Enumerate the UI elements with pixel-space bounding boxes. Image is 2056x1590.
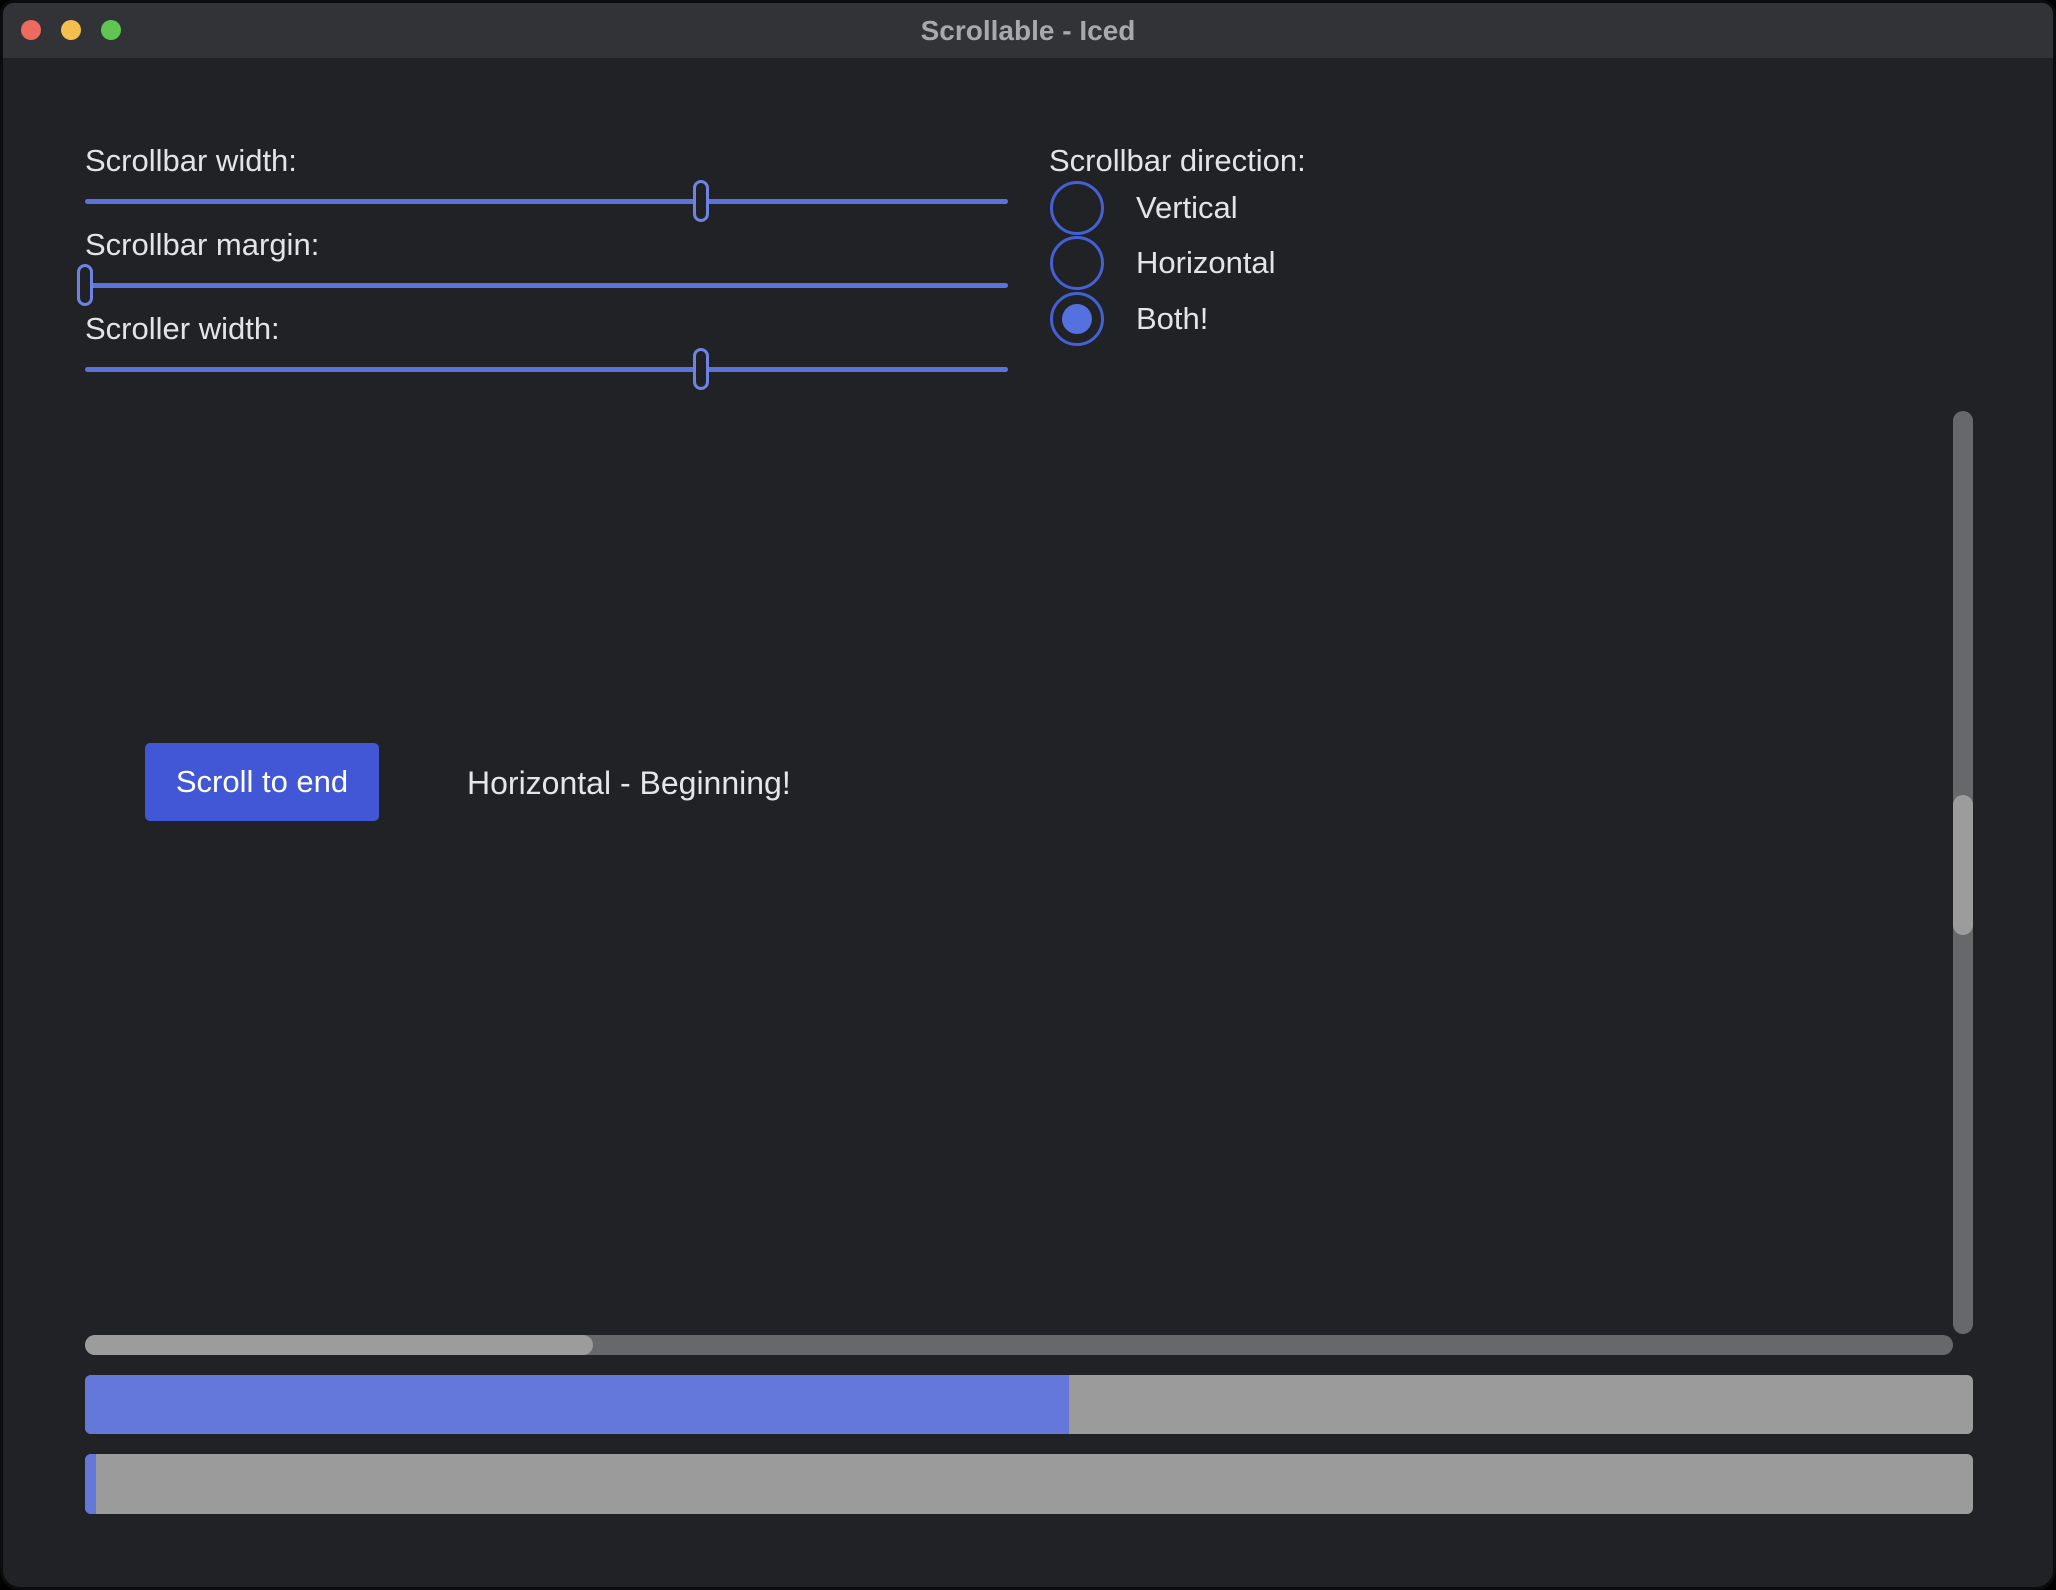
scrollbar-margin-slider[interactable] [85, 264, 1008, 306]
radio-horizontal[interactable]: Horizontal [1050, 235, 1276, 290]
radio-circle[interactable] [1050, 236, 1104, 290]
horizontal-progress-bar [85, 1375, 1973, 1434]
scroller-width-label: Scroller width: [85, 310, 280, 348]
slider-track[interactable] [85, 199, 1008, 204]
titlebar[interactable]: Scrollable - Iced [3, 3, 2053, 58]
scrollable-viewport[interactable]: Scroll to end Horizontal - Beginning! [85, 409, 1973, 1355]
horizontal-scrollbar-track[interactable] [85, 1335, 1953, 1355]
scrollbar-margin-label: Scrollbar margin: [85, 226, 319, 264]
radio-vertical[interactable]: Vertical [1050, 180, 1238, 235]
vertical-scrollbar-thumb[interactable] [1953, 795, 1973, 935]
window-title: Scrollable - Iced [3, 3, 2053, 58]
progress-fill [85, 1454, 96, 1514]
slider-handle[interactable] [693, 348, 709, 390]
vertical-scrollbar-track[interactable] [1953, 411, 1973, 1334]
window: Scrollable - Iced Scrollbar width: Scrol… [0, 0, 2056, 1590]
radio-both[interactable]: Both! [1050, 291, 1208, 346]
scrollbar-width-slider[interactable] [85, 180, 1008, 222]
slider-track[interactable] [85, 367, 1008, 372]
radio-circle[interactable] [1050, 181, 1104, 235]
progress-fill [85, 1375, 1069, 1434]
scrollbar-width-label: Scrollbar width: [85, 142, 297, 180]
vertical-progress-bar [85, 1454, 1973, 1514]
scrollbar-direction-label: Scrollbar direction: [1049, 142, 1306, 180]
radio-label: Horizontal [1136, 245, 1276, 281]
scroll-to-end-button[interactable]: Scroll to end [145, 743, 379, 821]
scroll-status-text: Horizontal - Beginning! [467, 763, 791, 803]
radio-circle[interactable] [1050, 292, 1104, 346]
radio-label: Both! [1136, 301, 1208, 337]
slider-handle[interactable] [77, 264, 93, 306]
horizontal-scrollbar-thumb[interactable] [85, 1335, 593, 1355]
app-root: Scrollable - Iced Scrollbar width: Scrol… [0, 0, 2056, 1590]
scroller-width-slider[interactable] [85, 348, 1008, 390]
slider-handle[interactable] [693, 180, 709, 222]
radio-dot [1062, 304, 1092, 334]
slider-track[interactable] [85, 283, 1008, 288]
radio-label: Vertical [1136, 190, 1238, 226]
